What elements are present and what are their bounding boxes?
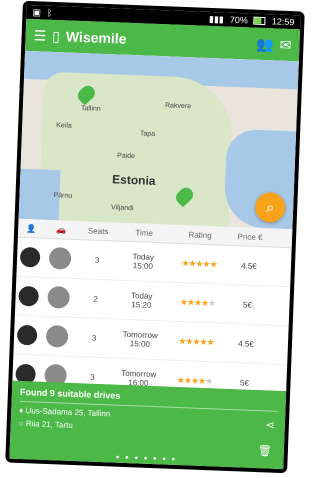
map-label: Rakvere	[164, 102, 192, 111]
battery-icon	[253, 16, 266, 26]
header-time: Time	[135, 227, 154, 238]
time-value: 15:00	[132, 261, 154, 271]
phone-frame: ▣ ᛒ ▮▮▮ 70% 12:59 ☰ ▯ Wisemile 👥 ✉ Talli…	[5, 0, 305, 474]
header-rating: Rating	[188, 229, 212, 240]
driver-avatar	[16, 324, 38, 346]
person-icon: 👤	[26, 223, 37, 233]
price-value: 4.5€	[238, 338, 254, 349]
seats-value: 2	[93, 294, 98, 304]
seats-value: 3	[91, 333, 97, 343]
time-cell: Today 15:20	[115, 291, 168, 311]
app-logo-icon: ▯	[51, 27, 61, 44]
map-label: Keila	[56, 122, 72, 130]
rating-stars: ★★★★★	[181, 257, 217, 269]
price-value: 5€	[239, 377, 250, 388]
map-label: Pärnu	[53, 192, 73, 200]
seats-value: 3	[90, 372, 95, 382]
status-time: 12:59	[271, 16, 295, 28]
map-label: Tapa	[139, 130, 156, 138]
map-label: Paide	[116, 152, 136, 161]
app-title: Wisemile	[65, 28, 127, 47]
trash-icon[interactable]: 🗑	[258, 444, 272, 458]
search-icon: ⌕	[265, 198, 275, 217]
page-indicator: ● ● ● ● ● ● ●	[115, 454, 178, 464]
origin-pin-icon: ♦	[19, 405, 24, 416]
menu-icon[interactable]: ☰	[33, 27, 46, 44]
seats-value: 3	[94, 255, 100, 265]
app-screen: ▣ ᛒ ▮▮▮ 70% 12:59 ☰ ▯ Wisemile 👥 ✉ Talli…	[9, 4, 301, 470]
car-icon: 🚗	[56, 224, 67, 235]
time-cell: Today 15:00	[117, 252, 170, 272]
map-land	[38, 71, 235, 227]
map-label: Tallinn	[80, 105, 101, 113]
map-label: Viljandi	[110, 204, 134, 213]
to-address-text: Riia 21, Tartu	[25, 419, 73, 430]
map-country-label: Estonia	[111, 172, 156, 188]
header-seats: Seats	[87, 225, 109, 236]
car-photo	[48, 246, 72, 270]
rating-stars: ★★★★★	[176, 374, 213, 386]
rating-stars: ★★★★★	[179, 296, 216, 308]
destination-marker-icon: ○	[18, 418, 24, 429]
header-price: Price €	[237, 231, 263, 242]
share-icon[interactable]: ⋖	[265, 418, 275, 431]
bluetooth-icon: ᛒ	[46, 7, 53, 18]
drive-list: 3 Today 15:00 ★★★★★ 4.5€ 2 Today 15:20 ★…	[11, 237, 292, 405]
time-value: 15:00	[129, 339, 151, 349]
rating-stars: ★★★★★	[178, 335, 214, 347]
image-icon: ▣	[32, 6, 42, 17]
car-photo	[45, 324, 69, 348]
signal-icon: ▮▮▮	[208, 13, 225, 24]
price-value: 4.5€	[241, 260, 257, 271]
from-address-text: Uus-Sadama 25, Tallinn	[25, 406, 111, 419]
battery-percent: 70%	[229, 14, 249, 26]
driver-avatar	[19, 246, 41, 268]
time-value: 15:20	[131, 300, 152, 310]
price-value: 5€	[242, 299, 253, 310]
driver-avatar	[18, 285, 40, 307]
mail-icon[interactable]: ✉	[279, 36, 291, 53]
people-icon[interactable]: 👥	[256, 35, 274, 53]
time-cell: Tomorrow 15:00	[114, 330, 167, 350]
map-view[interactable]: Tallinn Rakvere Keila Tapa Paide Pärnu V…	[18, 50, 299, 230]
route-footer: Found 9 suitable drives ♦ Uus-Sadama 25,…	[9, 380, 287, 470]
car-photo	[47, 285, 71, 309]
